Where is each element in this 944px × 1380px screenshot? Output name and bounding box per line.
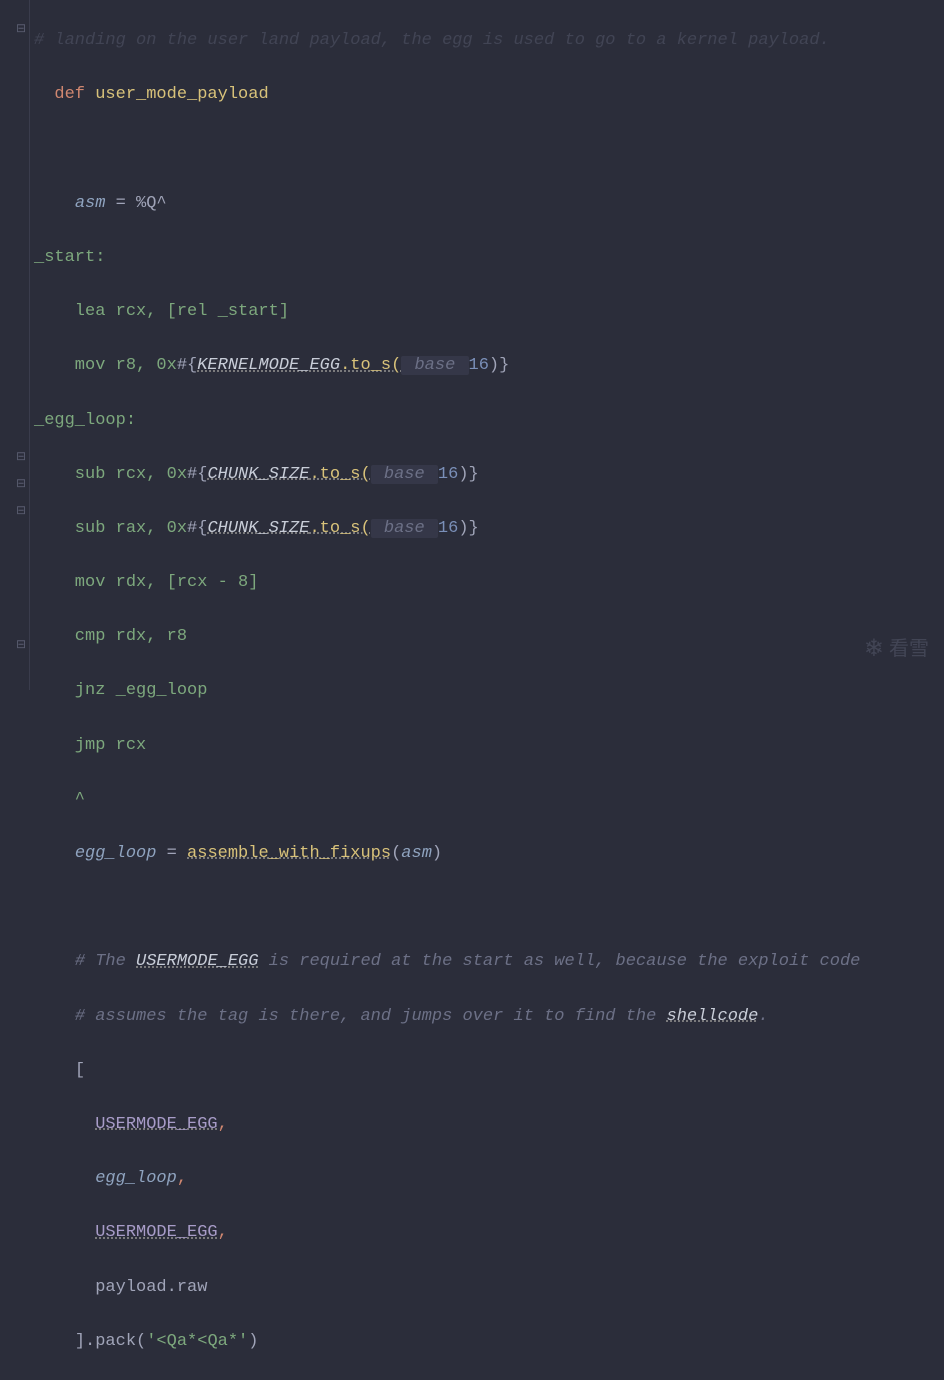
asm-label: _egg_loop: [34,411,136,430]
const: USERMODE_EGG [95,1115,217,1134]
fold-marker-icon[interactable]: ⊟ [16,636,26,646]
var-egg-loop: egg_loop [75,844,157,863]
method-call: assemble_with_fixups [187,844,391,863]
equals: = [156,844,187,863]
number: 16 [469,356,489,375]
method-call: .to_s( [309,519,370,538]
const: CHUNK_SIZE [207,519,309,538]
comma: , [218,1223,228,1242]
asm-line: sub rcx, 0x [34,465,187,484]
string: '<Qa*<Qa*' [146,1332,248,1351]
interp-close: )} [458,465,478,484]
var-asm: asm [75,194,106,213]
asm-line: lea rcx, [rel _start] [34,302,289,321]
const: KERNELMODE_EGG [197,356,340,375]
const: CHUNK_SIZE [207,465,309,484]
asm-line: mov rdx, [rcx - 8] [34,573,258,592]
comment-line: # The USERMODE_EGG is required at the st… [75,952,861,971]
asm-label: _start: [34,248,105,267]
var-egg-loop: egg_loop [95,1169,177,1188]
lbracket: [ [75,1061,85,1080]
comment-line: # landing on the user land payload, the … [34,31,830,50]
comma: , [218,1115,228,1134]
payload-raw: payload.raw [95,1278,207,1297]
asm-line: jnz _egg_loop [34,681,207,700]
method-call: .to_s( [340,356,401,375]
keyword-def: def [54,85,85,104]
interp-close: )} [458,519,478,538]
watermark-text: 看雪 [889,635,929,667]
watermark: ❄ 看雪 [864,632,929,670]
method-name: user_mode_payload [95,85,268,104]
code-editor[interactable]: # landing on the user land payload, the … [0,0,944,1380]
rbracket-pack: ].pack( [75,1332,146,1351]
asm-line: cmp rdx, r8 [34,627,187,646]
asm-line: jmp rcx [34,736,146,755]
asm-end: ^ [34,790,85,809]
asm-line: sub rax, 0x [34,519,187,538]
number: 16 [438,519,458,538]
gutter: ⊟ ⊟ ⊟ ⊟ ⊟ [0,0,30,690]
asm-line: mov r8, 0x [34,356,177,375]
interp-close: )} [489,356,509,375]
rparen: ) [432,844,442,863]
assign: = %Q^ [105,194,166,213]
interp-open: #{ [187,519,207,538]
fold-marker-icon[interactable]: ⊟ [16,20,26,30]
comma: , [177,1169,187,1188]
number: 16 [438,465,458,484]
fold-marker-icon[interactable]: ⊟ [16,475,26,485]
var-asm: asm [401,844,432,863]
param-hint: base [371,519,438,538]
rparen: ) [248,1332,258,1351]
fold-marker-icon[interactable]: ⊟ [16,502,26,512]
interp-open: #{ [177,356,197,375]
comment-line: # assumes the tag is there, and jumps ov… [75,1007,769,1026]
interp-open: #{ [187,465,207,484]
const: USERMODE_EGG [95,1223,217,1242]
snowflake-icon: ❄ [864,632,884,670]
param-hint: base [401,356,468,375]
lparen: ( [391,844,401,863]
param-hint: base [371,465,438,484]
method-call: .to_s( [309,465,370,484]
fold-marker-icon[interactable]: ⊟ [16,448,26,458]
